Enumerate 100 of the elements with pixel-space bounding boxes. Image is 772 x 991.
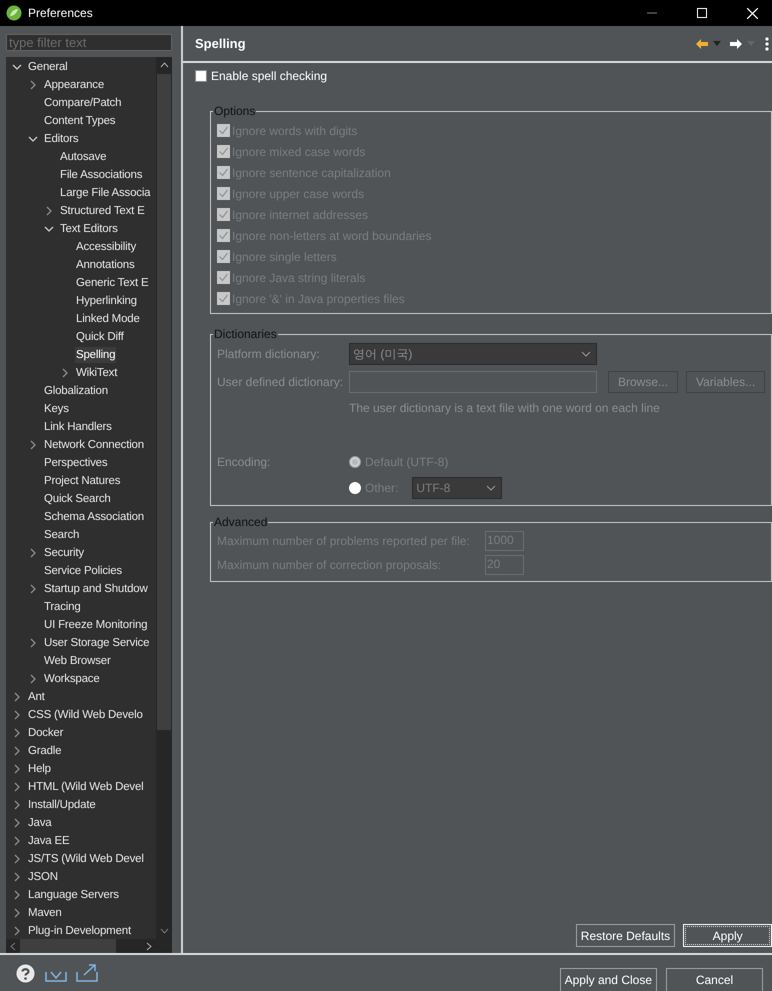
- chevron-right-icon[interactable]: [28, 584, 38, 594]
- tree-item[interactable]: Maven: [27, 905, 63, 921]
- chevron-right-icon[interactable]: [28, 548, 38, 558]
- dropdown-icon[interactable]: [713, 41, 722, 46]
- chevron-right-icon[interactable]: [12, 818, 22, 828]
- tree-item[interactable]: Content Types: [43, 113, 116, 129]
- tree-item[interactable]: Large File Associa: [59, 185, 152, 201]
- chevron-right-icon[interactable]: [12, 746, 22, 756]
- tree-item[interactable]: HTML (Wild Web Devel: [27, 779, 144, 795]
- tree-item[interactable]: Java EE: [27, 833, 70, 849]
- checkbox[interactable]: [195, 70, 207, 82]
- tree-item[interactable]: Autosave: [59, 149, 108, 165]
- tree-item[interactable]: Language Servers: [27, 887, 120, 903]
- chevron-right-icon[interactable]: [28, 80, 38, 90]
- field-label: Encoding:: [217, 454, 272, 471]
- tree-item[interactable]: Web Browser: [43, 653, 112, 669]
- chevron-right-icon[interactable]: [12, 692, 22, 702]
- tree-item[interactable]: Globalization: [43, 383, 109, 399]
- tree-item[interactable]: Appearance: [43, 77, 106, 93]
- button[interactable]: Cancel: [666, 968, 763, 991]
- tree-item[interactable]: Keys: [43, 401, 70, 417]
- chevron-right-icon[interactable]: [60, 368, 70, 378]
- filter-field[interactable]: type filter text: [6, 34, 172, 51]
- tree-item[interactable]: Ant: [27, 689, 46, 705]
- scrollbar-thumb[interactable]: [20, 939, 116, 953]
- tree-item[interactable]: Generic Text E: [75, 275, 150, 291]
- tree-item[interactable]: Structured Text E: [59, 203, 146, 219]
- button[interactable]: Apply and Close: [560, 968, 657, 991]
- tree-item[interactable]: General: [27, 59, 69, 75]
- chevron-right-icon[interactable]: [44, 206, 54, 216]
- chevron-right-icon[interactable]: [28, 674, 38, 684]
- tree-item[interactable]: Perspectives: [43, 455, 108, 471]
- tree-item[interactable]: CSS (Wild Web Develo: [27, 707, 144, 723]
- tree-item[interactable]: Docker: [27, 725, 64, 741]
- tree-item[interactable]: Link Handlers: [43, 419, 113, 435]
- tree-item[interactable]: File Associations: [59, 167, 144, 183]
- tree-item[interactable]: Accessibility: [75, 239, 138, 255]
- tree-item[interactable]: WikiText: [75, 365, 118, 381]
- field-label: Platform dictionary:: [217, 346, 321, 363]
- tree-item[interactable]: Java: [27, 815, 52, 831]
- tree-item[interactable]: Network Connection: [43, 437, 145, 453]
- chevron-right-icon[interactable]: [12, 764, 22, 774]
- scroll-left-icon[interactable]: [10, 942, 16, 950]
- tree-item[interactable]: Service Policies: [43, 563, 123, 579]
- chevron-right-icon[interactable]: [12, 854, 22, 864]
- chevron-right-icon[interactable]: [12, 836, 22, 846]
- more-icon[interactable]: [765, 36, 770, 50]
- tree-item[interactable]: Quick Diff: [75, 329, 125, 345]
- chevron-right-icon[interactable]: [28, 638, 38, 648]
- horizontal-scrollbar[interactable]: [6, 939, 172, 953]
- vertical-scrollbar[interactable]: [156, 57, 172, 939]
- tree-item[interactable]: Quick Search: [43, 491, 112, 507]
- chevron-down-icon[interactable]: [28, 134, 38, 144]
- tree-item[interactable]: Compare/Patch: [43, 95, 122, 111]
- tree-item[interactable]: Spelling: [75, 347, 116, 363]
- radio-button[interactable]: [349, 456, 361, 468]
- chevron-right-icon[interactable]: [12, 890, 22, 900]
- tree-item[interactable]: Project Natures: [43, 473, 122, 489]
- tree-item[interactable]: Schema Association: [43, 509, 145, 525]
- tree-item[interactable]: Hyperlinking: [75, 293, 138, 309]
- tree-item[interactable]: UI Freeze Monitoring: [43, 617, 148, 633]
- tree-item[interactable]: Tracing: [43, 599, 82, 615]
- export-icon[interactable]: [76, 964, 98, 982]
- scroll-up-icon[interactable]: [160, 62, 168, 68]
- chevron-right-icon[interactable]: [12, 782, 22, 792]
- help-icon[interactable]: [16, 964, 35, 982]
- chevron-right-icon[interactable]: [28, 440, 38, 450]
- tree-item[interactable]: Linked Mode: [75, 311, 141, 327]
- tree-item[interactable]: Plug-in Development: [27, 923, 132, 939]
- tree-item[interactable]: Startup and Shutdow: [43, 581, 149, 597]
- close-icon[interactable]: [747, 8, 758, 18]
- tree-item[interactable]: Text Editors: [59, 221, 119, 237]
- scroll-down-icon[interactable]: [160, 928, 168, 934]
- maximize-icon[interactable]: [697, 8, 707, 18]
- back-arrow-icon[interactable]: [695, 38, 710, 50]
- tree-item[interactable]: Workspace: [43, 671, 101, 687]
- tree-item[interactable]: Help: [27, 761, 52, 777]
- tree-item[interactable]: JS/TS (Wild Web Devel: [27, 851, 145, 867]
- chevron-right-icon[interactable]: [12, 800, 22, 810]
- tree-item[interactable]: Gradle: [27, 743, 62, 759]
- tree-item[interactable]: Annotations: [75, 257, 136, 273]
- button[interactable]: Restore Defaults: [576, 924, 676, 947]
- chevron-right-icon[interactable]: [12, 728, 22, 738]
- chevron-right-icon[interactable]: [12, 926, 22, 936]
- tree-item[interactable]: Install/Update: [27, 797, 97, 813]
- tree-item[interactable]: Editors: [43, 131, 80, 147]
- chevron-right-icon[interactable]: [12, 710, 22, 720]
- forward-arrow-icon[interactable]: [729, 38, 744, 50]
- chevron-down-icon[interactable]: [44, 224, 54, 234]
- button[interactable]: Apply: [683, 924, 772, 947]
- tree-item[interactable]: Search: [43, 527, 80, 543]
- chevron-right-icon[interactable]: [12, 908, 22, 918]
- chevron-down-icon[interactable]: [12, 62, 22, 72]
- scrollbar-thumb[interactable]: [157, 74, 171, 730]
- chevron-right-icon[interactable]: [12, 872, 22, 882]
- tree-item[interactable]: Security: [43, 545, 85, 561]
- tree-item[interactable]: JSON: [27, 869, 59, 885]
- tree-item[interactable]: User Storage Service: [43, 635, 150, 651]
- scroll-right-icon[interactable]: [146, 942, 152, 950]
- radio-button[interactable]: [349, 482, 361, 494]
